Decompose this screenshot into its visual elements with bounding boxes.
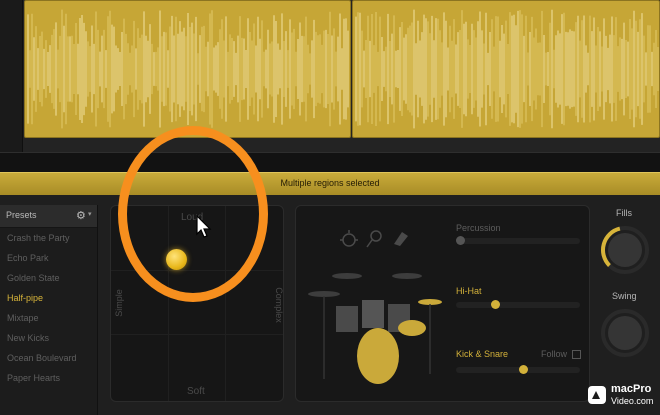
chevron-down-icon[interactable]: ▾ (88, 210, 92, 218)
follow-label: Follow (541, 349, 568, 359)
audio-region[interactable] (24, 0, 351, 138)
pad-label-soft: Soft (187, 386, 205, 397)
grid-line (111, 334, 283, 335)
percussion-icons (340, 230, 408, 248)
hihat-label: Hi-Hat (456, 286, 482, 296)
pad-label-simple: Simple (113, 289, 124, 317)
preset-item[interactable]: Crash the Party (7, 233, 70, 243)
percussion-label: Percussion (456, 223, 501, 233)
audio-region[interactable] (352, 0, 660, 138)
mouse-cursor-icon (196, 215, 212, 238)
fills-knob[interactable] (600, 225, 650, 275)
clap-icon (340, 230, 358, 247)
drum-kit-graphic (308, 273, 442, 384)
swing-knob[interactable] (600, 308, 650, 358)
swing-label: Swing (612, 291, 637, 301)
hihat-slider-thumb[interactable] (490, 300, 500, 309)
waveform (27, 9, 349, 129)
brand-domain: Video.com (611, 396, 654, 406)
preset-item[interactable]: Golden State (7, 273, 60, 283)
macprovideo-logo (588, 386, 606, 404)
preset-item[interactable]: Mixtape (7, 313, 39, 323)
hihat-slider[interactable] (456, 302, 580, 308)
pad-label-complex: Complex (273, 287, 284, 323)
tambourine-icon (394, 232, 408, 246)
presets-header: Presets ⚙ ▾ (0, 205, 97, 228)
selection-banner-text: Multiple regions selected (280, 178, 380, 188)
tracks-area (0, 0, 660, 152)
shaker-icon (366, 230, 382, 248)
presets-title: Presets (6, 210, 37, 220)
preset-item[interactable]: Ocean Boulevard (7, 353, 77, 363)
gear-icon[interactable]: ⚙ (76, 209, 86, 222)
preset-item[interactable]: New Kicks (7, 333, 49, 343)
selection-banner: Multiple regions selected (0, 172, 660, 195)
track-header-gutter (0, 0, 23, 152)
preset-item-selected[interactable]: Half-pipe (7, 293, 43, 303)
follow-checkbox[interactable] (572, 350, 581, 359)
preset-item[interactable]: Echo Park (7, 253, 49, 263)
presets-panel: Presets ⚙ ▾ Crash the Party Echo Park Go… (0, 205, 98, 415)
percussion-slider-thumb[interactable] (456, 236, 465, 245)
waveform (355, 9, 659, 129)
percussion-slider[interactable] (456, 238, 580, 244)
drum-kit-panel: Percussion Hi-Hat Kick & Snare Follow (295, 205, 590, 402)
highlight-circle (118, 126, 268, 302)
brand-name: macPro (611, 383, 652, 395)
kick-snare-label: Kick & Snare (456, 349, 509, 359)
editor-divider-bar (0, 152, 660, 174)
fills-label: Fills (616, 208, 632, 218)
kick-snare-slider[interactable] (456, 367, 580, 373)
preset-item[interactable]: Paper Hearts (7, 373, 60, 383)
